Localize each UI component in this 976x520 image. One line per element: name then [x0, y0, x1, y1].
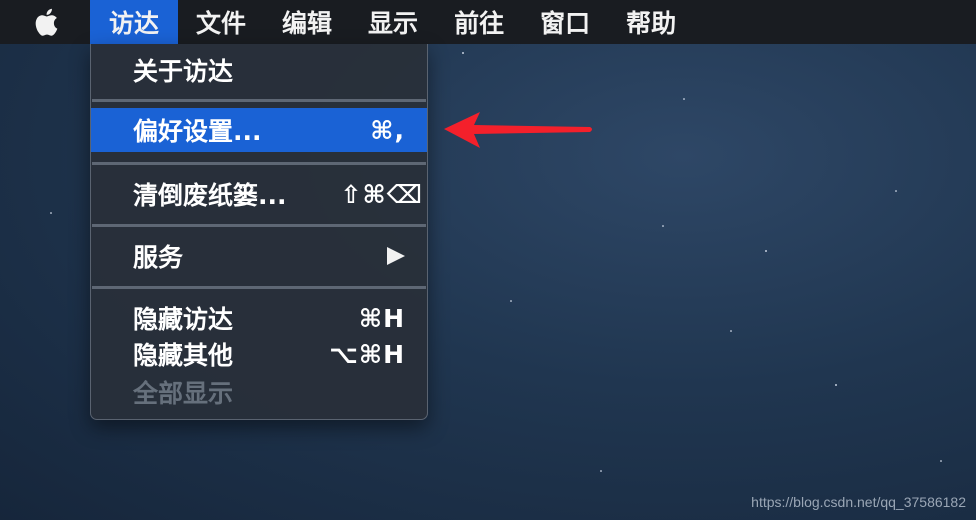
menu-item-preferences[interactable]: 偏好设置... ⌘, [91, 108, 427, 152]
annotation-arrow-icon [444, 112, 592, 148]
menu-separator [92, 286, 426, 289]
menu-item-hide-others[interactable]: 隐藏其他 ⌥⌘H [91, 334, 427, 374]
background-star [835, 384, 837, 386]
background-star [662, 225, 664, 227]
menu-go[interactable]: 前往 [436, 0, 522, 44]
finder-dropdown-menu: 关于访达 偏好设置... ⌘, 清倒废纸篓... ⇧⌘⌫ 服务 隐藏访达 ⌘H … [90, 44, 428, 420]
menu-bar: 访达 文件 编辑 显示 前往 窗口 帮助 [0, 0, 976, 44]
menu-item-label: 全部显示 [133, 379, 234, 408]
menu-item-services[interactable]: 服务 [91, 233, 427, 279]
background-star [600, 470, 602, 472]
menu-item-shortcut: ⌥⌘H [329, 339, 405, 369]
background-star [683, 98, 685, 100]
menu-item-label: 关于访达 [133, 57, 234, 86]
menu-separator [92, 224, 426, 227]
menu-item-show-all: 全部显示 [91, 372, 427, 412]
menu-item-about-finder[interactable]: 关于访达 [91, 47, 427, 93]
menu-item-label: 偏好设置... [133, 117, 262, 146]
background-star [510, 300, 512, 302]
background-star [940, 460, 942, 462]
background-star [730, 330, 732, 332]
menu-separator [92, 162, 426, 165]
menu-item-shortcut: ⌘H [358, 303, 405, 333]
menu-help[interactable]: 帮助 [608, 0, 694, 44]
apple-icon [35, 8, 58, 36]
menu-file[interactable]: 文件 [178, 0, 264, 44]
submenu-arrow-icon [387, 247, 405, 265]
background-star [50, 212, 52, 214]
menu-item-empty-trash[interactable]: 清倒废纸篓... ⇧⌘⌫ [91, 171, 427, 217]
menu-edit[interactable]: 编辑 [264, 0, 350, 44]
menu-item-label: 服务 [133, 243, 184, 272]
menu-window[interactable]: 窗口 [522, 0, 608, 44]
menu-item-shortcut: ⌘, [370, 115, 405, 145]
menu-item-label: 清倒废纸篓... [133, 181, 287, 210]
menu-item-label: 隐藏访达 [133, 305, 234, 334]
menu-view[interactable]: 显示 [350, 0, 436, 44]
menu-item-label: 隐藏其他 [133, 341, 234, 370]
background-star [462, 52, 464, 54]
menu-item-shortcut: ⇧⌘⌫ [340, 179, 423, 209]
background-star [765, 250, 767, 252]
watermark-text: https://blog.csdn.net/qq_37586182 [751, 494, 966, 510]
menu-separator [92, 99, 426, 102]
background-star [895, 190, 897, 192]
menu-finder[interactable]: 访达 [90, 0, 179, 44]
apple-menu[interactable] [0, 0, 90, 44]
